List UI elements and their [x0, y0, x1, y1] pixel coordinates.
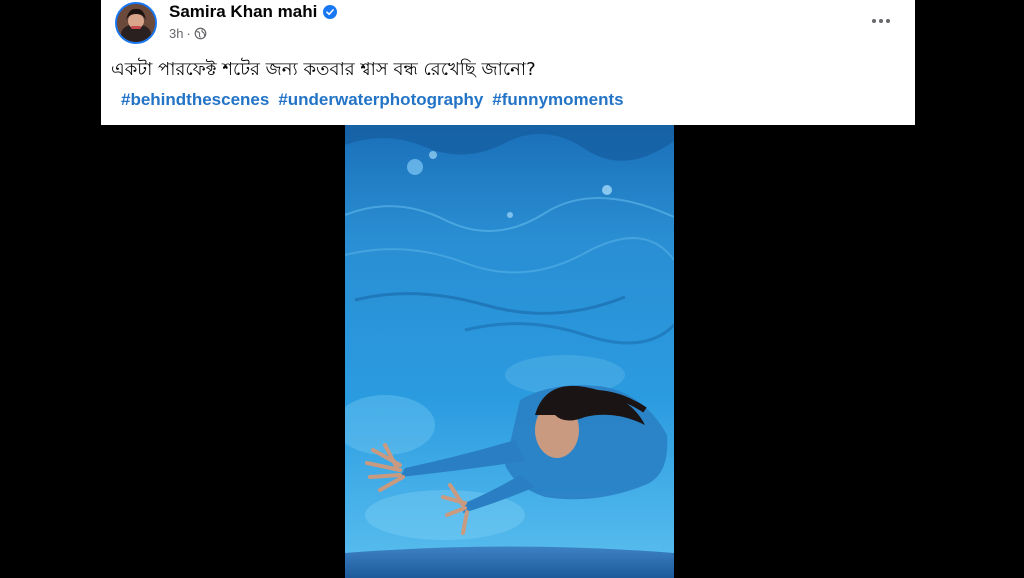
post-meta: 3h · [169, 26, 207, 41]
post-caption: একটা পারফেক্ট শটের জন্য কতবার শ্বাস বন্ধ… [111, 59, 536, 80]
author-line: Samira Khan mahi [169, 2, 338, 22]
post-time[interactable]: 3h [169, 26, 183, 41]
globe-icon [194, 27, 207, 40]
post-card: Samira Khan mahi 3h · একটা পারফেক্ট শটের… [101, 0, 915, 125]
hashtag-link[interactable]: #underwaterphotography [278, 90, 483, 110]
post-photo[interactable] [345, 125, 674, 578]
author-name[interactable]: Samira Khan mahi [169, 2, 317, 22]
hashtag-list: #behindthescenes #underwaterphotography … [121, 90, 624, 110]
more-options-button[interactable] [869, 9, 893, 33]
verified-badge-icon [323, 5, 338, 19]
more-options-icon [872, 19, 890, 23]
meta-separator: · [186, 26, 191, 41]
hashtag-link[interactable]: #behindthescenes [121, 90, 269, 110]
avatar[interactable] [115, 2, 157, 44]
hashtag-link[interactable]: #funnymoments [492, 90, 623, 110]
